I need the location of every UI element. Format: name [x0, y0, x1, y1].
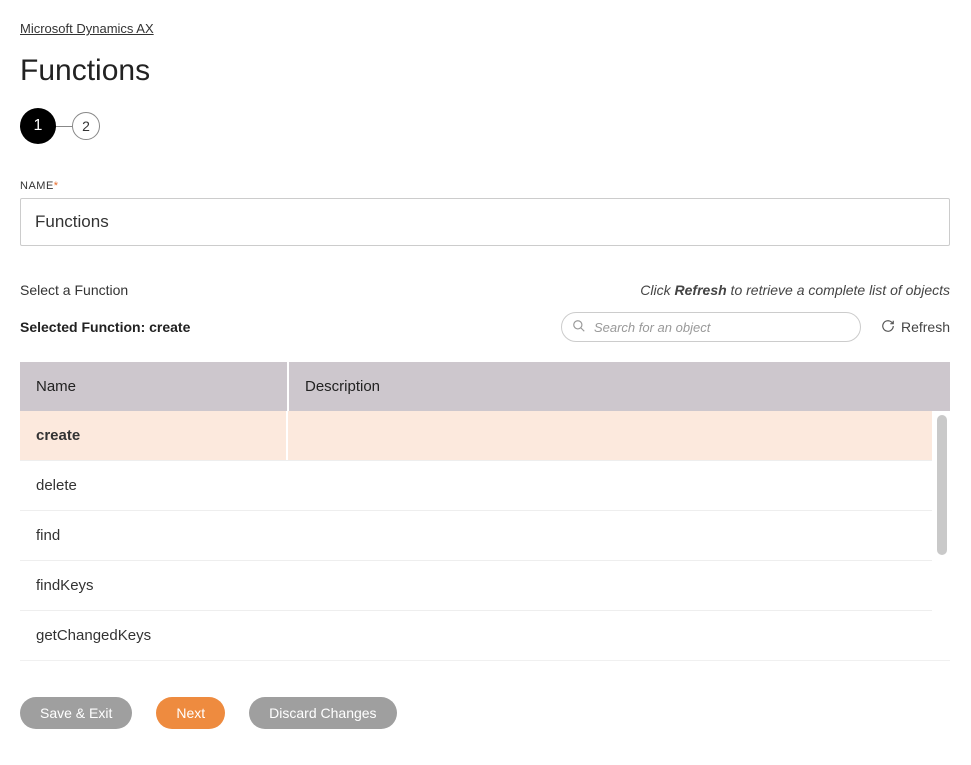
- cell-description: [288, 411, 932, 460]
- search-box[interactable]: [561, 312, 861, 342]
- required-asterisk: *: [54, 180, 59, 192]
- breadcrumb-link[interactable]: Microsoft Dynamics AX: [20, 21, 154, 36]
- cell-name: findKeys: [20, 561, 288, 610]
- refresh-button[interactable]: Refresh: [881, 319, 950, 336]
- cell-name: delete: [20, 461, 288, 510]
- wizard-stepper: 1 2: [20, 108, 951, 144]
- select-function-label: Select a Function: [20, 282, 128, 298]
- hint-suffix: to retrieve a complete list of objects: [727, 282, 950, 298]
- step-connector: [56, 126, 72, 127]
- cell-description: [288, 561, 932, 610]
- table-row[interactable]: create: [20, 411, 932, 461]
- name-input[interactable]: [20, 198, 950, 246]
- step-2[interactable]: 2: [72, 112, 100, 140]
- cell-name: getChangedKeys: [20, 611, 288, 660]
- refresh-label: Refresh: [901, 319, 950, 335]
- cell-description: [288, 611, 932, 660]
- functions-table-header: Name Description: [20, 362, 950, 411]
- cell-name: create: [20, 411, 288, 460]
- cell-description: [288, 511, 932, 560]
- table-row[interactable]: delete: [20, 461, 932, 511]
- name-label-text: NAME: [20, 180, 54, 192]
- search-icon: [572, 319, 586, 336]
- refresh-icon: [881, 319, 895, 336]
- page-title: Functions: [20, 54, 951, 88]
- table-row[interactable]: find: [20, 511, 932, 561]
- name-field-label: NAME*: [20, 180, 951, 192]
- next-button[interactable]: Next: [156, 697, 225, 729]
- column-header-name[interactable]: Name: [20, 362, 288, 411]
- cell-description: [288, 461, 932, 510]
- table-row[interactable]: findKeys: [20, 561, 932, 611]
- scrollbar-thumb[interactable]: [937, 415, 947, 555]
- refresh-hint: Click Refresh to retrieve a complete lis…: [640, 282, 950, 298]
- selected-function-label: Selected Function: create: [20, 319, 190, 335]
- save-exit-button[interactable]: Save & Exit: [20, 697, 132, 729]
- search-input[interactable]: [594, 320, 850, 335]
- hint-bold: Refresh: [675, 282, 727, 298]
- functions-table-body: createdeletefindfindKeysgetChangedKeys: [20, 411, 950, 661]
- footer-buttons: Save & Exit Next Discard Changes: [20, 697, 951, 729]
- step-1[interactable]: 1: [20, 108, 56, 144]
- column-header-description[interactable]: Description: [288, 362, 950, 411]
- selected-prefix: Selected Function:: [20, 319, 149, 335]
- hint-prefix: Click: [640, 282, 674, 298]
- cell-name: find: [20, 511, 288, 560]
- table-row[interactable]: getChangedKeys: [20, 611, 932, 661]
- selected-value: create: [149, 319, 190, 335]
- discard-changes-button[interactable]: Discard Changes: [249, 697, 396, 729]
